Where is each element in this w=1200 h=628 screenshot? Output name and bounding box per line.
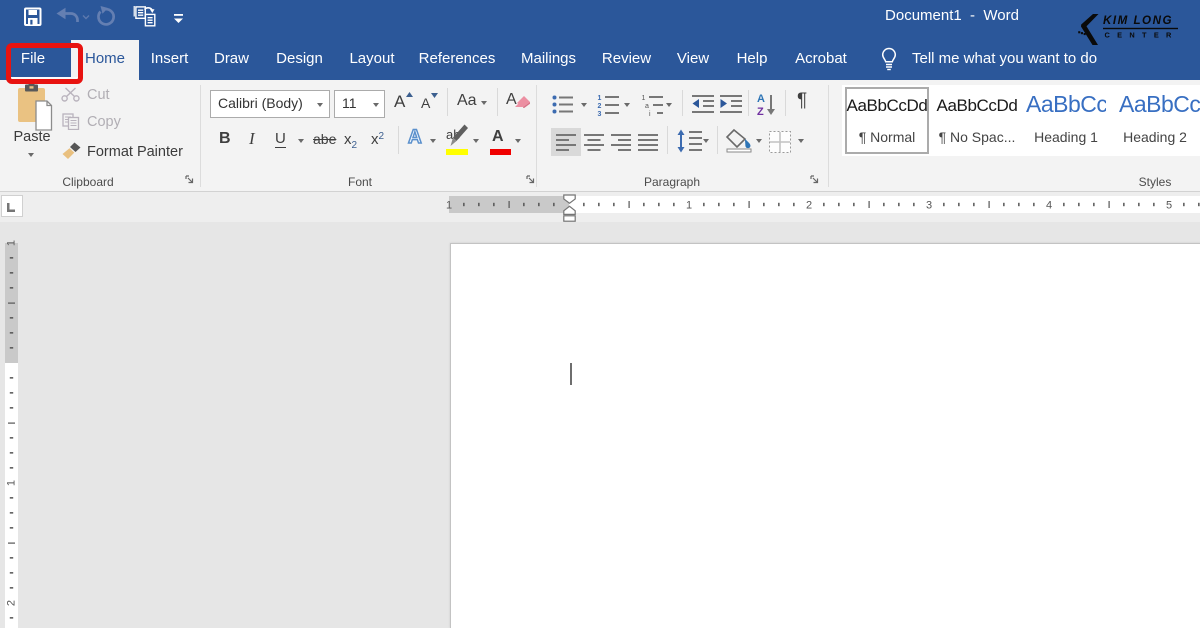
svg-text:Z: Z <box>757 106 764 118</box>
svg-text:i: i <box>649 111 651 117</box>
svg-text:2: 2 <box>598 103 602 110</box>
svg-text:1: 1 <box>598 95 602 102</box>
svg-text:1: 1 <box>686 200 692 212</box>
svg-text:1: 1 <box>446 200 452 212</box>
svg-text:a: a <box>645 103 649 110</box>
svg-text:3: 3 <box>926 200 932 212</box>
svg-text:1: 1 <box>6 480 18 486</box>
svg-text:CENTER: CENTER <box>1105 31 1179 40</box>
svg-text:4: 4 <box>1046 200 1052 212</box>
svg-text:A: A <box>757 93 765 105</box>
svg-text:KIM LONG: KIM LONG <box>1103 14 1173 27</box>
svg-text:3: 3 <box>598 111 602 117</box>
svg-text:1: 1 <box>642 95 646 102</box>
svg-text:1: 1 <box>6 240 18 246</box>
svg-text:5: 5 <box>1166 200 1172 212</box>
svg-text:2: 2 <box>806 200 812 212</box>
svg-text:2: 2 <box>6 600 18 606</box>
